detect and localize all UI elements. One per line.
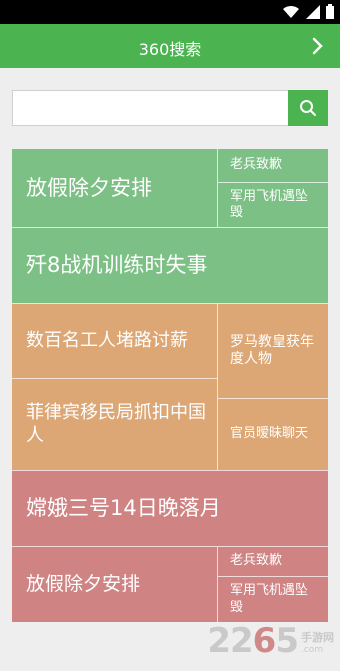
tile-item[interactable]: 官员暧昧聊天: [217, 398, 328, 470]
chevron-right-icon[interactable]: [312, 37, 324, 55]
tile-item[interactable]: 放假除夕安排: [12, 149, 217, 227]
tile-item[interactable]: 菲律宾移民局抓扣中国人: [12, 378, 217, 470]
tile-item[interactable]: 老兵致歉: [217, 546, 328, 576]
search-input[interactable]: [13, 91, 289, 125]
tile-item[interactable]: 老兵致歉: [217, 149, 328, 182]
page-title: 360搜索: [138, 40, 202, 59]
wifi-icon: [283, 5, 299, 18]
tile-item[interactable]: 罗马教皇获年度人物: [217, 303, 328, 398]
battery-icon: [326, 4, 334, 19]
watermark-domain: .com: [301, 645, 324, 655]
tile-item[interactable]: 数百名工人堵路讨薪: [12, 303, 217, 378]
tile-item[interactable]: 军用飞机遇坠毁: [217, 576, 328, 622]
tile-item[interactable]: 放假除夕安排: [12, 546, 217, 622]
watermark-logo: 2265 手游网 .com: [207, 621, 334, 661]
signal-icon: [306, 4, 320, 19]
search-icon: [300, 100, 316, 116]
watermark-number: 2265: [207, 621, 299, 661]
search-bar: [12, 90, 328, 126]
tile-item[interactable]: 军用飞机遇坠毁: [217, 182, 328, 227]
status-bar: [0, 0, 340, 24]
search-button[interactable]: [288, 90, 328, 126]
tile-item[interactable]: 歼8战机训练时失事: [12, 227, 328, 303]
watermark-suffix: 手游网: [301, 631, 334, 644]
tile-item[interactable]: 嫦娥三号14日晚落月: [12, 470, 328, 546]
title-bar: 360搜索: [0, 24, 340, 68]
